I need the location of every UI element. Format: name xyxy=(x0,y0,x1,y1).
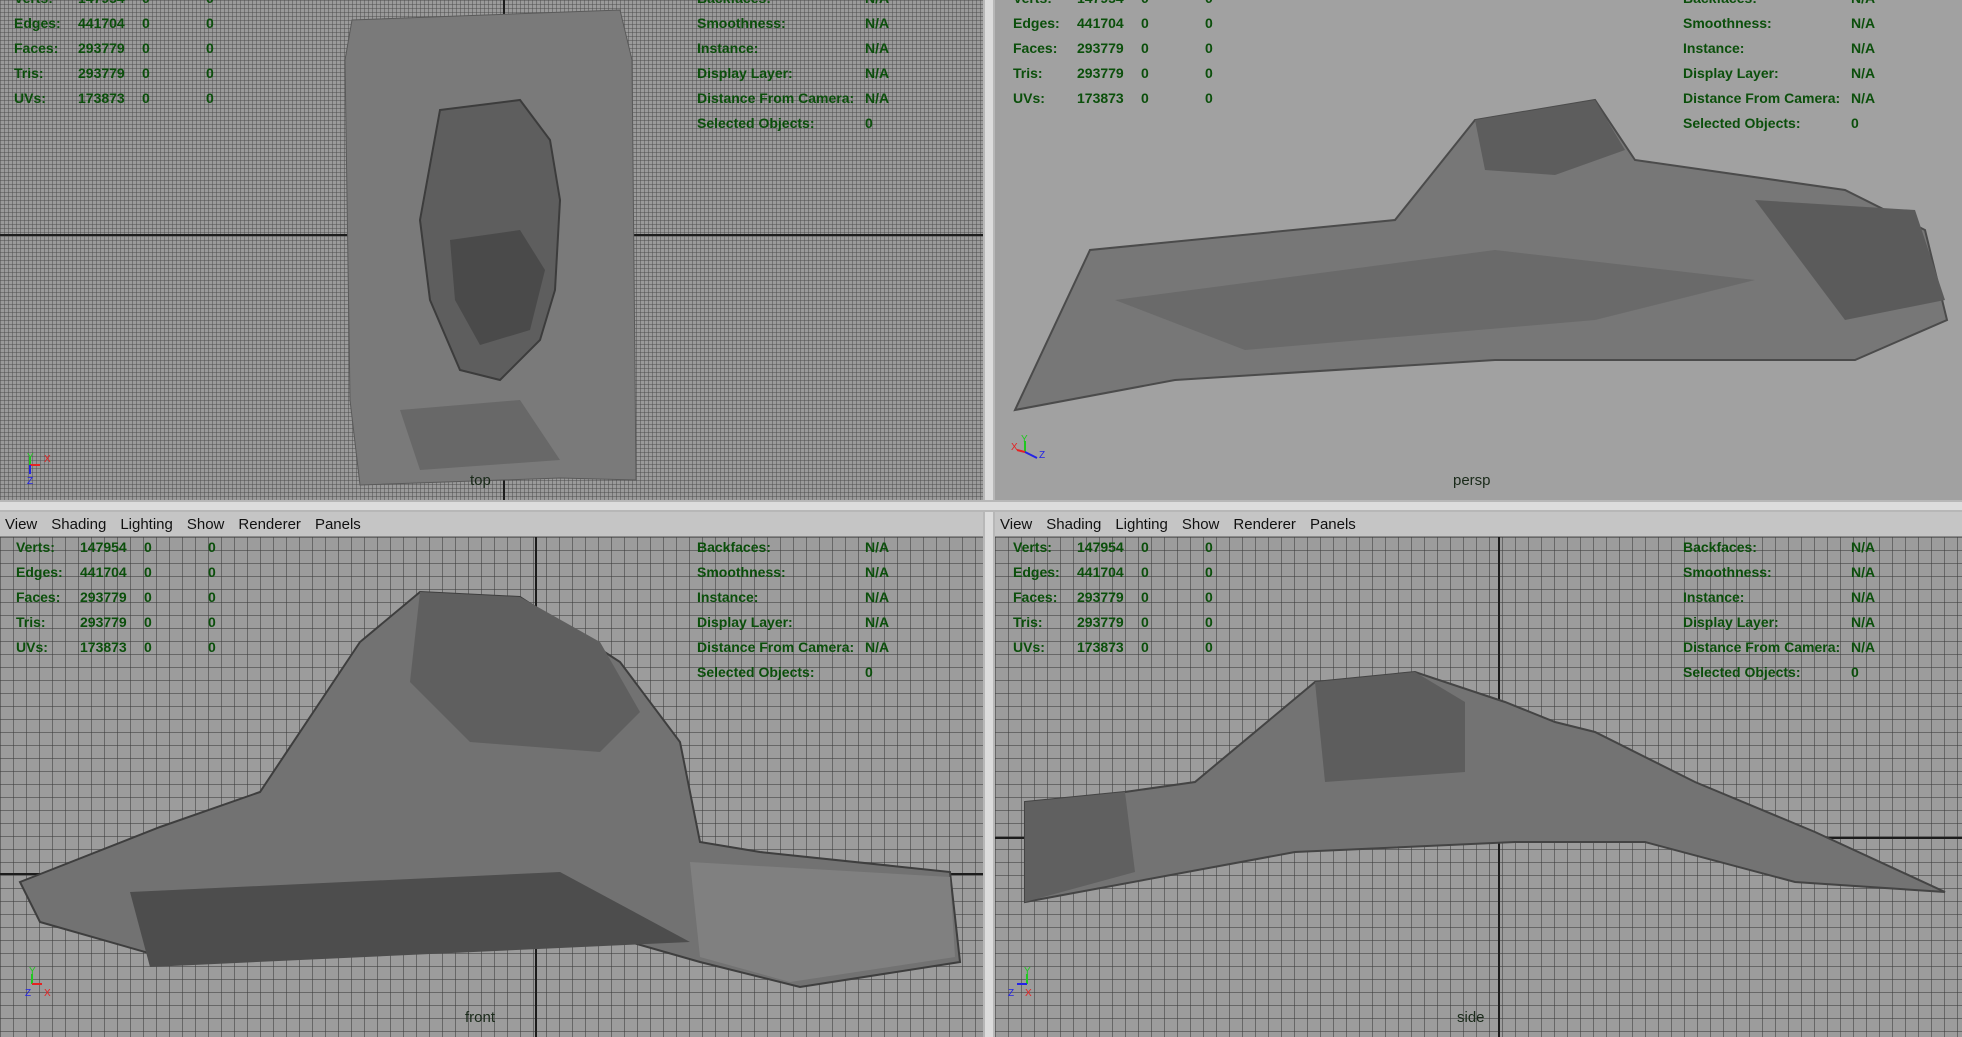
viewport-side[interactable]: View Shading Lighting Show Renderer Pane… xyxy=(995,512,1962,1037)
vertical-divider[interactable] xyxy=(983,0,995,1037)
svg-text:Y: Y xyxy=(27,452,34,463)
viewport-top[interactable]: Verts:14795400 Edges:44170400 Faces:2937… xyxy=(0,0,983,500)
svg-text:Y: Y xyxy=(29,966,36,977)
menu-lighting[interactable]: Lighting xyxy=(1115,516,1168,533)
svg-text:Y: Y xyxy=(1024,966,1031,977)
menubar-front: View Shading Lighting Show Renderer Pane… xyxy=(0,512,983,537)
viewport-persp[interactable]: Verts:14795400 Edges:44170400 Faces:2937… xyxy=(995,0,1962,500)
viewport-front[interactable]: View Shading Lighting Show Renderer Pane… xyxy=(0,512,983,1037)
menu-panels[interactable]: Panels xyxy=(315,516,361,533)
viewport-label-persp: persp xyxy=(1453,472,1491,489)
menu-shading[interactable]: Shading xyxy=(1046,516,1101,533)
axis-triad-icon: Y X Z xyxy=(27,452,51,487)
svg-text:Z: Z xyxy=(25,988,31,999)
horizontal-divider[interactable] xyxy=(0,500,1962,512)
menu-panels[interactable]: Panels xyxy=(1310,516,1356,533)
svg-text:Y: Y xyxy=(1021,434,1028,445)
hud-stats-persp: Verts:14795400 Edges:44170400 Faces:2937… xyxy=(1013,0,1213,106)
menu-view[interactable]: View xyxy=(1000,516,1032,533)
svg-text:X: X xyxy=(1025,988,1032,999)
hud-stats-front: Verts: 147954 0 0 Edges: 441704 0 0 Faces: 2937… xyxy=(16,539,216,655)
hud-stats-side: Verts: 147954 0 0 Edges: 441704 0 0 Faces: 2937… xyxy=(1013,539,1213,655)
viewport-label-side: side xyxy=(1457,1009,1485,1026)
menu-view[interactable]: View xyxy=(5,516,37,533)
svg-text:X: X xyxy=(44,454,51,465)
menu-renderer[interactable]: Renderer xyxy=(1233,516,1296,533)
axis-triad-icon: Y Z X xyxy=(25,966,51,999)
viewport-label-top: top xyxy=(470,472,491,489)
hud-info-persp: Backfaces:N/A Smoothness:N/A Instance:N/… xyxy=(1683,0,1876,131)
hud-info: Backfaces:N/A Smoothness:N/A Instance:N/… xyxy=(697,0,890,131)
axis-triad-icon: Y Z X xyxy=(1008,966,1032,999)
svg-text:X: X xyxy=(44,988,51,999)
menu-renderer[interactable]: Renderer xyxy=(238,516,301,533)
hud-info-front: Backfaces: N/A Smoothness: N/A Instance: N/… xyxy=(697,539,890,680)
menu-show[interactable]: Show xyxy=(1182,516,1220,533)
svg-text:Z: Z xyxy=(27,476,33,487)
axis-triad-icon: Y X Z xyxy=(1011,434,1045,461)
svg-text:Z: Z xyxy=(1008,988,1014,999)
hud-info-side: Backfaces: N/A Smoothness: N/A Instance: N/… xyxy=(1683,539,1876,680)
hud-stats: Verts:14795400 Edges:44170400 Faces:2937… xyxy=(14,0,214,106)
svg-text:Z: Z xyxy=(1039,450,1045,461)
menu-show[interactable]: Show xyxy=(187,516,225,533)
menu-lighting[interactable]: Lighting xyxy=(120,516,173,533)
svg-text:X: X xyxy=(1011,442,1018,453)
viewport-label-front: front xyxy=(465,1009,496,1026)
menu-shading[interactable]: Shading xyxy=(51,516,106,533)
menubar-side: View Shading Lighting Show Renderer Pane… xyxy=(995,512,1962,537)
